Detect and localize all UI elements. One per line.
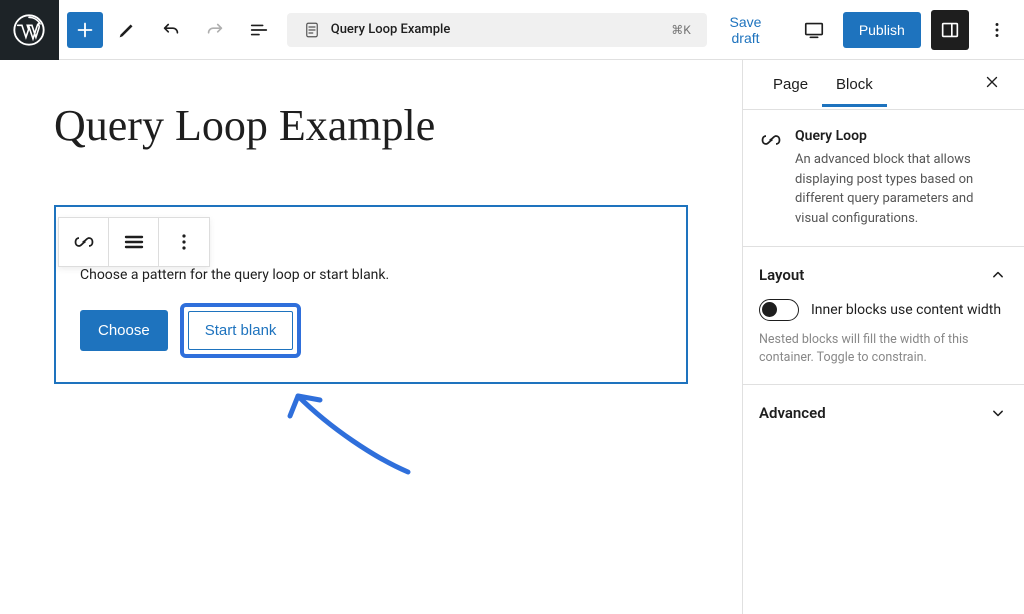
command-shortcut: ⌘K [671, 23, 691, 37]
plus-icon [74, 19, 96, 41]
advanced-panel-title: Advanced [759, 404, 826, 422]
document-overview-button[interactable] [239, 10, 279, 50]
block-type-button[interactable] [59, 218, 109, 266]
toggle-label: Inner blocks use content width [811, 302, 1001, 318]
block-placeholder-actions: Choose Start blank [80, 303, 662, 358]
document-title-text: Query Loop Example [331, 22, 451, 37]
toolbar-left-group [59, 10, 287, 50]
layout-panel-header[interactable]: Layout [759, 265, 1008, 285]
publish-button[interactable]: Publish [843, 12, 921, 48]
annotation-arrow [280, 368, 440, 488]
preview-button[interactable] [794, 10, 833, 50]
block-more-options-button[interactable] [159, 218, 209, 266]
align-icon [122, 230, 146, 254]
redo-icon [204, 19, 226, 41]
wordpress-icon [13, 14, 45, 46]
wordpress-logo[interactable] [0, 0, 59, 60]
alignment-button[interactable] [109, 218, 159, 266]
desktop-icon [803, 19, 825, 41]
layout-panel-title: Layout [759, 266, 804, 284]
block-toolbar [58, 217, 210, 267]
settings-sidebar-toggle[interactable] [931, 10, 970, 50]
more-vertical-icon [986, 19, 1008, 41]
query-loop-icon [759, 128, 783, 152]
tab-page[interactable]: Page [759, 62, 822, 107]
choose-pattern-button[interactable]: Choose [80, 310, 168, 351]
toolbar-right-group: Save draft Publish [707, 6, 1024, 54]
main-area: Query Loop Example Query Loop Choose a p… [0, 60, 1024, 614]
layout-panel: Layout Inner blocks use content width Ne… [743, 247, 1024, 385]
document-title-button[interactable]: Query Loop Example ⌘K [287, 13, 707, 47]
start-blank-button[interactable]: Start blank [188, 311, 294, 350]
block-placeholder-description: Choose a pattern for the query loop or s… [80, 267, 662, 283]
sidebar-icon [939, 19, 961, 41]
block-info-title: Query Loop [795, 128, 1008, 144]
sidebar-tabs: Page Block [743, 60, 1024, 110]
undo-button[interactable] [151, 10, 191, 50]
settings-sidebar: Page Block Query Loop An advanced block … [742, 60, 1024, 614]
add-block-button[interactable] [67, 12, 103, 48]
page-title[interactable]: Query Loop Example [54, 100, 712, 151]
query-loop-icon [72, 230, 96, 254]
close-icon [983, 73, 1001, 91]
pencil-icon [116, 19, 138, 41]
editor-top-bar: Query Loop Example ⌘K Save draft Publish [0, 0, 1024, 60]
block-info-description: An advanced block that allows displaying… [795, 150, 1008, 228]
document-title-bar: Query Loop Example ⌘K [287, 13, 707, 47]
inner-blocks-width-toggle-row: Inner blocks use content width [759, 299, 1008, 321]
redo-button[interactable] [195, 10, 235, 50]
advanced-panel: Advanced [743, 385, 1024, 441]
layout-help-text: Nested blocks will fill the width of thi… [759, 331, 1008, 366]
block-info-panel: Query Loop An advanced block that allows… [743, 110, 1024, 247]
chevron-up-icon [988, 265, 1008, 285]
list-outline-icon [248, 19, 270, 41]
block-editor-canvas[interactable]: Query Loop Example Query Loop Choose a p… [0, 60, 742, 614]
page-icon [303, 21, 321, 39]
advanced-panel-header[interactable]: Advanced [759, 403, 1008, 423]
chevron-down-icon [988, 403, 1008, 423]
close-sidebar-button[interactable] [976, 69, 1008, 101]
annotation-highlight: Start blank [180, 303, 302, 358]
inner-blocks-width-toggle[interactable] [759, 299, 799, 321]
save-draft-button[interactable]: Save draft [707, 6, 785, 54]
edit-mode-button[interactable] [107, 10, 147, 50]
options-menu-button[interactable] [979, 10, 1014, 50]
tab-block[interactable]: Block [822, 62, 887, 107]
undo-icon [160, 19, 182, 41]
more-vertical-icon [172, 230, 196, 254]
